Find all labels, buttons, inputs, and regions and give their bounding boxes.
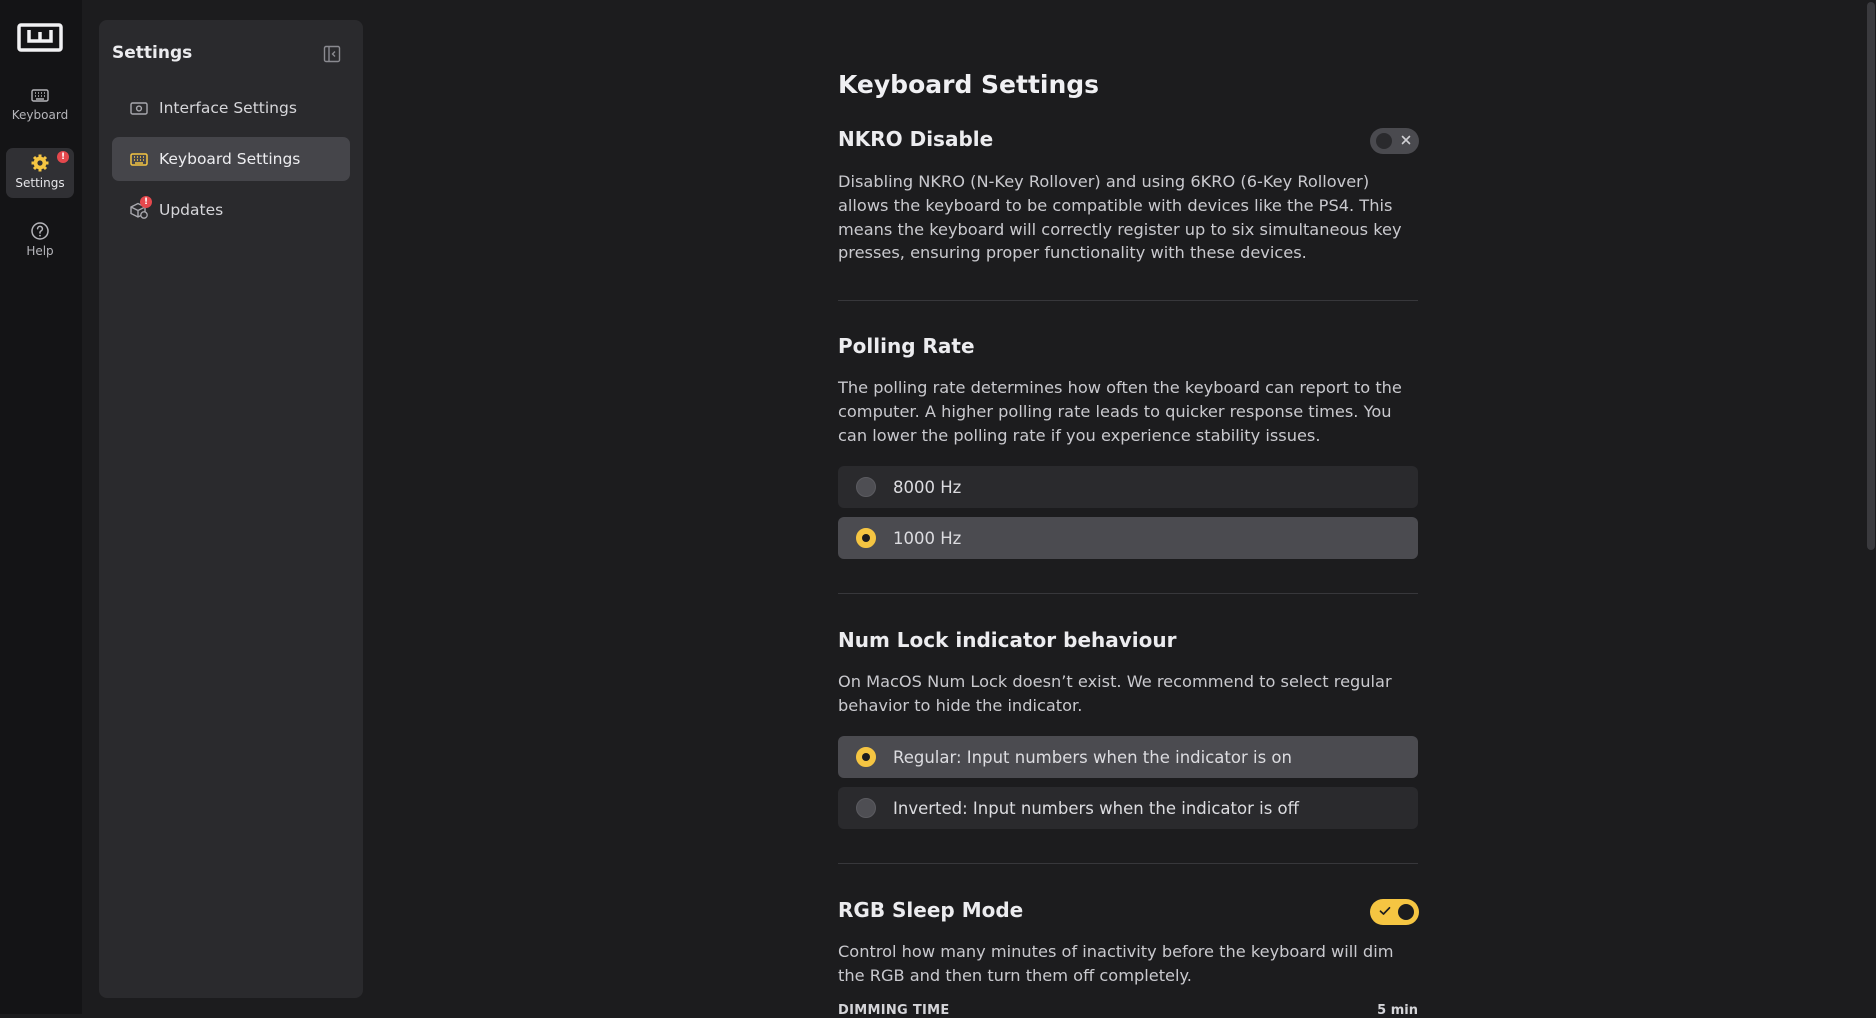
collapse-sidebar-icon[interactable]	[323, 45, 341, 63]
nav-item-updates[interactable]: ! Updates	[112, 188, 350, 232]
toggle-knob	[1376, 133, 1392, 149]
interface-icon	[129, 98, 149, 118]
rail-item-label: Settings	[15, 176, 65, 190]
keyboard-icon	[30, 85, 50, 105]
keyboard-icon	[129, 149, 149, 169]
rgb-sleep-description: Control how many minutes of inactivity b…	[838, 942, 1394, 985]
polling-option-8000[interactable]: 8000 Hz	[838, 466, 1418, 508]
settings-panel: Settings Interface Settings Keyboard Set…	[99, 20, 363, 998]
nkro-title: NKRO Disable	[838, 127, 994, 151]
rail-item-keyboard[interactable]: Keyboard	[6, 80, 74, 130]
nkro-description: Disabling NKRO (N-Key Rollover) and usin…	[838, 172, 1402, 263]
polling-description: The polling rate determines how often th…	[838, 378, 1402, 445]
gear-icon	[30, 153, 50, 173]
close-icon	[1398, 132, 1414, 148]
divider	[838, 863, 1418, 864]
dimming-time-label: DIMMING TIME	[838, 1003, 950, 1018]
notification-badge: !	[57, 151, 69, 163]
rgb-sleep-toggle[interactable]	[1370, 899, 1419, 925]
check-icon	[1377, 903, 1393, 919]
option-label: Regular: Input numbers when the indicato…	[893, 747, 1292, 767]
dimming-time-value: 5 min	[1377, 1003, 1418, 1018]
toggle-knob	[1398, 904, 1414, 920]
panel-title: Settings	[112, 43, 193, 63]
radio-button[interactable]	[856, 747, 876, 767]
radio-button[interactable]	[856, 798, 876, 818]
numlock-option-inverted[interactable]: Inverted: Input numbers when the indicat…	[838, 787, 1418, 829]
polling-title: Polling Rate	[838, 334, 975, 358]
divider	[838, 593, 1418, 594]
nav-item-keyboard-settings[interactable]: Keyboard Settings	[112, 137, 350, 181]
page-title: Keyboard Settings	[838, 70, 1100, 99]
rail-item-settings[interactable]: Settings !	[6, 148, 74, 198]
polling-option-1000[interactable]: 1000 Hz	[838, 517, 1418, 559]
scrollbar-thumb[interactable]	[1867, 2, 1875, 550]
rail-item-help[interactable]: Help	[6, 216, 74, 266]
icon-rail: Keyboard Settings ! Help	[0, 0, 82, 1014]
rail-item-label: Help	[26, 244, 54, 258]
rgb-sleep-title: RGB Sleep Mode	[838, 898, 1024, 922]
numlock-title: Num Lock indicator behaviour	[838, 628, 1177, 652]
nav-item-label: Updates	[159, 201, 224, 219]
nav-item-interface-settings[interactable]: Interface Settings	[112, 86, 350, 130]
help-icon	[30, 221, 50, 241]
divider	[838, 300, 1418, 301]
nav-item-label: Interface Settings	[159, 99, 297, 117]
notification-badge: !	[140, 196, 152, 208]
radio-button[interactable]	[856, 528, 876, 548]
rail-item-label: Keyboard	[11, 108, 69, 122]
brand-logo-icon	[17, 23, 63, 52]
radio-button[interactable]	[856, 477, 876, 497]
numlock-option-regular[interactable]: Regular: Input numbers when the indicato…	[838, 736, 1418, 778]
option-label: Inverted: Input numbers when the indicat…	[893, 798, 1300, 818]
updates-icon: !	[129, 196, 152, 220]
nav-item-label: Keyboard Settings	[159, 150, 301, 168]
option-label: 1000 Hz	[893, 528, 962, 548]
option-label: 8000 Hz	[893, 477, 962, 497]
numlock-description: On MacOS Num Lock doesn’t exist. We reco…	[838, 672, 1392, 715]
nkro-toggle[interactable]	[1370, 128, 1419, 154]
